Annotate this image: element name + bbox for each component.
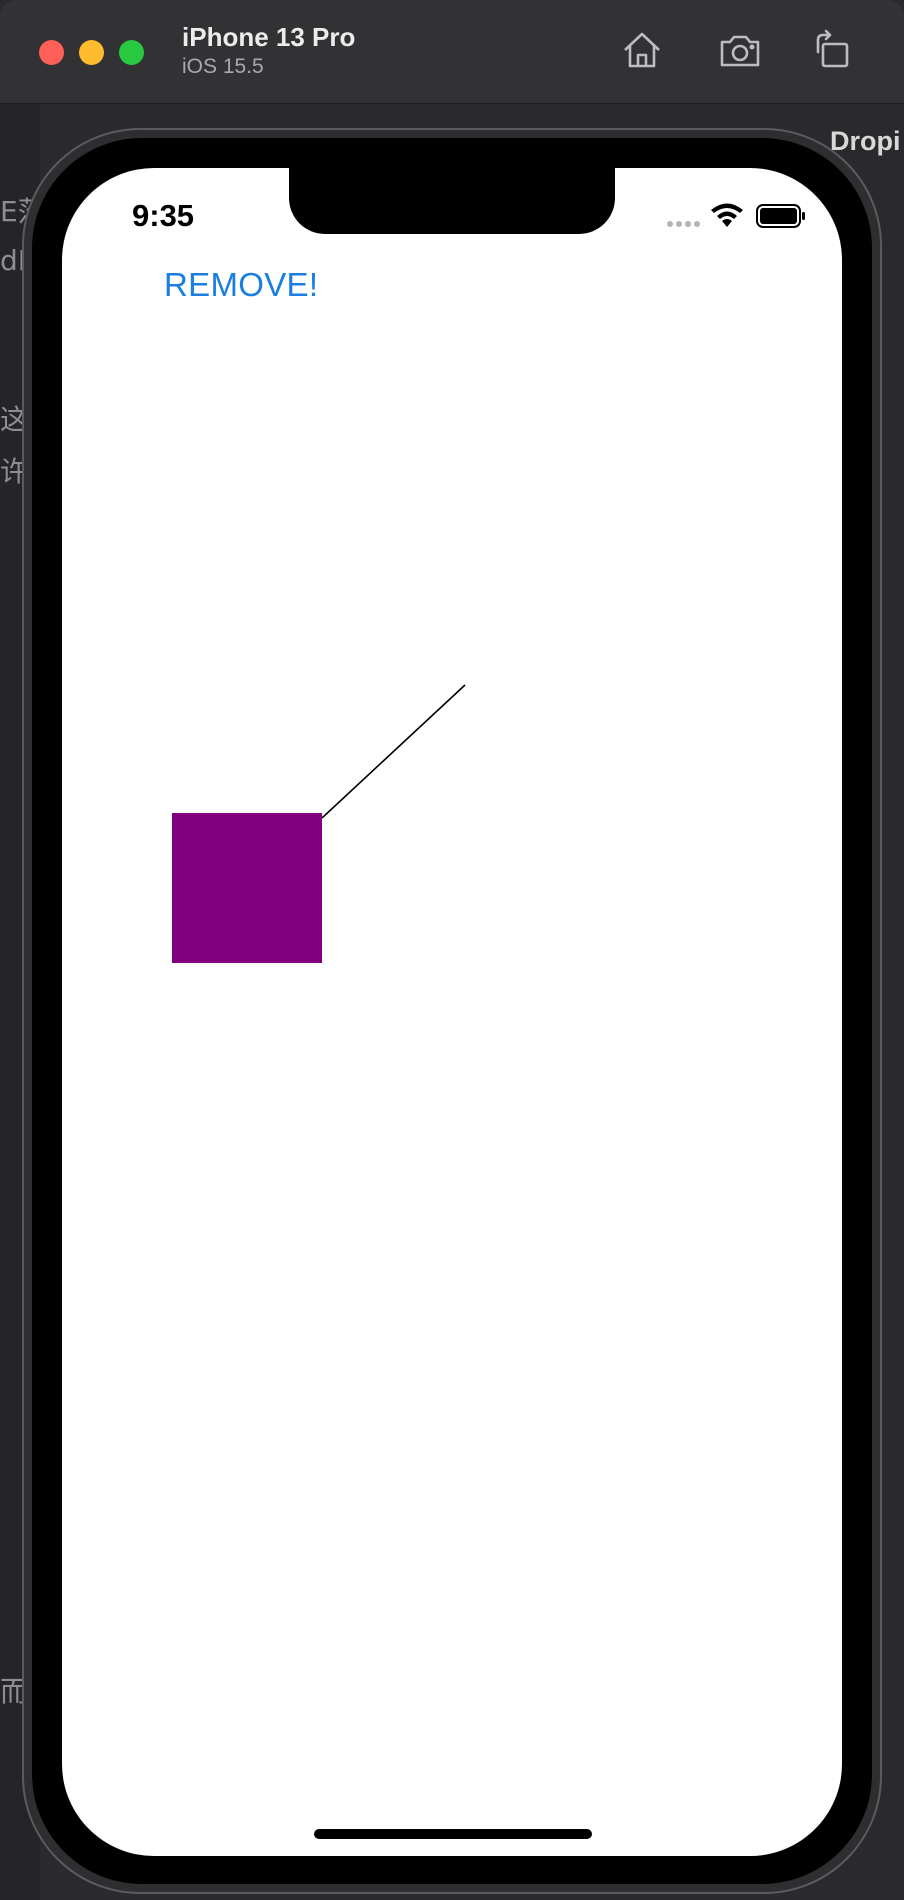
window-minimize-button[interactable] <box>79 40 104 65</box>
battery-icon <box>756 204 805 228</box>
remove-button[interactable]: REMOVE! <box>164 266 318 304</box>
background-text: Dropi <box>830 126 901 156</box>
notch <box>289 168 615 234</box>
wifi-icon <box>711 203 743 227</box>
screenshot-icon[interactable] <box>718 28 762 72</box>
window-close-button[interactable] <box>39 40 64 65</box>
home-indicator[interactable] <box>314 1829 592 1839</box>
rotate-icon[interactable] <box>810 28 854 72</box>
device-name: iPhone 13 Pro <box>182 22 356 52</box>
device-screen: 9:35 REMOVE! <box>62 168 842 1856</box>
window-zoom-button[interactable] <box>119 40 144 65</box>
purple-square[interactable] <box>172 813 322 963</box>
simulator-title-bar: iPhone 13 Pro iOS 15.5 <box>0 0 904 104</box>
connector-line <box>321 684 466 819</box>
signal-dots-icon <box>667 221 700 227</box>
drawing-canvas <box>321 684 466 819</box>
status-time: 9:35 <box>132 198 195 233</box>
home-icon[interactable] <box>620 28 664 72</box>
os-version: iOS 15.5 <box>182 55 264 78</box>
